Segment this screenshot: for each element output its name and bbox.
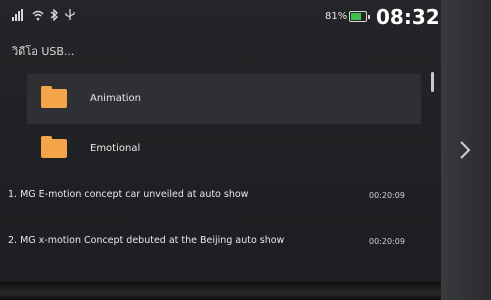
file-list: Animation Emotional 1. MG E-motion conce… [8, 74, 421, 266]
scrollbar[interactable] [431, 72, 434, 92]
list-item-folder-emotional[interactable]: Emotional [27, 124, 421, 174]
track-duration: 00:20:09 [369, 191, 405, 200]
wifi-icon [32, 10, 50, 25]
media-screen: 81% 08:32 วิดีโอ USB... Animation Emotio… [0, 0, 441, 282]
folder-name: Animation [90, 93, 141, 104]
usb-icon [65, 9, 76, 25]
bluetooth-icon [50, 8, 65, 25]
track-title: 2. MG x-motion Concept debuted at the Be… [8, 235, 285, 246]
list-item-folder-animation[interactable]: Animation [27, 74, 421, 124]
breadcrumb: วิดีโอ USB... [12, 45, 75, 58]
track-title: 1. MG E-motion concept car unveiled at a… [8, 189, 249, 200]
battery-icon [349, 11, 370, 22]
side-panel [441, 0, 491, 300]
status-icons [12, 8, 76, 25]
list-item-track[interactable]: 2. MG x-motion Concept debuted at the Be… [8, 220, 421, 266]
signal-icon [12, 9, 32, 25]
bottom-bezel [0, 282, 441, 300]
folder-icon [41, 136, 67, 158]
battery-percentage: 81% [325, 11, 348, 22]
folder-icon [41, 86, 67, 108]
chevron-right-icon[interactable] [458, 140, 472, 160]
clock: 08:32 [376, 5, 440, 29]
status-bar: 81% 08:32 [0, 0, 441, 32]
list-item-track[interactable]: 1. MG E-motion concept car unveiled at a… [8, 174, 421, 220]
folder-name: Emotional [90, 143, 141, 154]
track-duration: 00:20:09 [369, 237, 405, 246]
